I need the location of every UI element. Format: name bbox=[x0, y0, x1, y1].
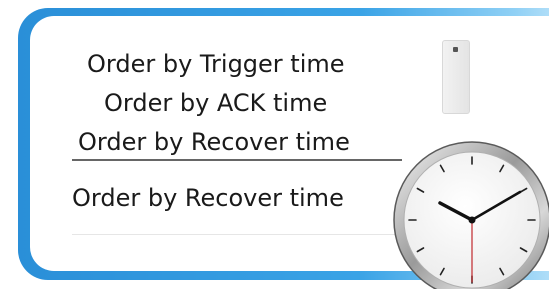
selection-divider bbox=[72, 159, 402, 161]
option-order-by-ack-time[interactable]: Order by ACK time bbox=[104, 89, 327, 117]
selection-underline bbox=[72, 234, 402, 235]
scrollbar-thumb-icon[interactable] bbox=[453, 47, 458, 52]
order-panel-stage: Order by Trigger time Order by ACK time … bbox=[0, 0, 549, 289]
selected-order-value[interactable]: Order by Recover time bbox=[72, 184, 344, 212]
options-scrollbar[interactable] bbox=[442, 40, 470, 114]
option-order-by-trigger-time[interactable]: Order by Trigger time bbox=[87, 50, 345, 78]
option-order-by-recover-time[interactable]: Order by Recover time bbox=[78, 128, 350, 156]
clock-icon bbox=[393, 141, 549, 289]
